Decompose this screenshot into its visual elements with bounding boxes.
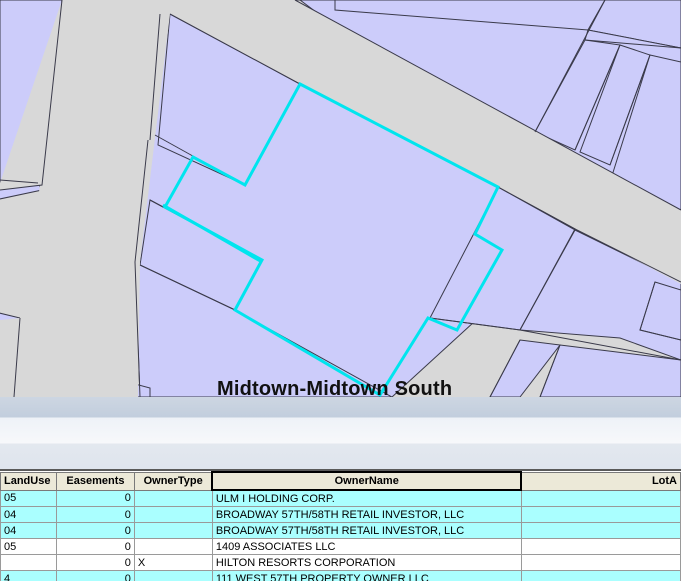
header-row: LandUse Easements OwnerType OwnerName Lo… — [1, 472, 681, 490]
cell-easements[interactable]: 0 — [56, 539, 134, 555]
cell-ownertype[interactable] — [134, 571, 212, 581]
cell-ownertype[interactable]: X — [134, 555, 212, 571]
attribute-table[interactable]: LandUse Easements OwnerType OwnerName Lo… — [0, 469, 681, 581]
cell-ownertype[interactable] — [134, 523, 212, 539]
cell-easements[interactable]: 0 — [56, 490, 134, 507]
cell-lota[interactable] — [521, 523, 680, 539]
cell-ownername[interactable]: HILTON RESORTS CORPORATION — [212, 555, 521, 571]
cell-landuse[interactable]: 05 — [1, 539, 57, 555]
map-label: Midtown-Midtown South — [217, 378, 452, 397]
panel-splitter[interactable] — [0, 397, 681, 469]
cell-easements[interactable]: 0 — [56, 571, 134, 581]
cell-ownername[interactable]: 111 WEST 57TH PROPERTY OWNER LLC — [212, 571, 521, 581]
cell-ownername[interactable]: 1409 ASSOCIATES LLC — [212, 539, 521, 555]
cell-landuse[interactable]: 04 — [1, 523, 57, 539]
cell-ownername[interactable]: ULM I HOLDING CORP. — [212, 490, 521, 507]
table-row[interactable]: 04 0 BROADWAY 57TH/58TH RETAIL INVESTOR,… — [1, 507, 681, 523]
map-canvas[interactable] — [0, 0, 681, 397]
cell-ownertype[interactable] — [134, 507, 212, 523]
cell-lota[interactable] — [521, 571, 680, 581]
cell-landuse[interactable] — [1, 555, 57, 571]
cell-easements[interactable]: 0 — [56, 555, 134, 571]
cell-easements[interactable]: 0 — [56, 507, 134, 523]
attribute-grid: LandUse Easements OwnerType OwnerName Lo… — [0, 471, 681, 581]
cell-landuse[interactable]: 05 — [1, 490, 57, 507]
table-row[interactable]: 0 X HILTON RESORTS CORPORATION — [1, 555, 681, 571]
table-row[interactable]: 04 0 BROADWAY 57TH/58TH RETAIL INVESTOR,… — [1, 523, 681, 539]
column-header-easements[interactable]: Easements — [56, 472, 134, 490]
cell-lota[interactable] — [521, 555, 680, 571]
cell-landuse[interactable]: 04 — [1, 507, 57, 523]
cell-lota[interactable] — [521, 507, 680, 523]
column-header-ownername[interactable]: OwnerName — [212, 472, 521, 490]
cell-lota[interactable] — [521, 539, 680, 555]
column-header-ownertype[interactable]: OwnerType — [134, 472, 212, 490]
column-header-lota[interactable]: LotA — [521, 472, 680, 490]
cell-ownertype[interactable] — [134, 490, 212, 507]
cell-easements[interactable]: 0 — [56, 523, 134, 539]
table-row[interactable]: 4 0 111 WEST 57TH PROPERTY OWNER LLC — [1, 571, 681, 581]
table-row[interactable]: 05 0 ULM I HOLDING CORP. — [1, 490, 681, 507]
map-view[interactable]: Midtown-Midtown South — [0, 0, 681, 397]
cell-ownertype[interactable] — [134, 539, 212, 555]
table-row[interactable]: 05 0 1409 ASSOCIATES LLC — [1, 539, 681, 555]
cell-ownername[interactable]: BROADWAY 57TH/58TH RETAIL INVESTOR, LLC — [212, 507, 521, 523]
cell-landuse[interactable]: 4 — [1, 571, 57, 581]
column-header-landuse[interactable]: LandUse — [1, 472, 57, 490]
cell-lota[interactable] — [521, 490, 680, 507]
cell-ownername[interactable]: BROADWAY 57TH/58TH RETAIL INVESTOR, LLC — [212, 523, 521, 539]
